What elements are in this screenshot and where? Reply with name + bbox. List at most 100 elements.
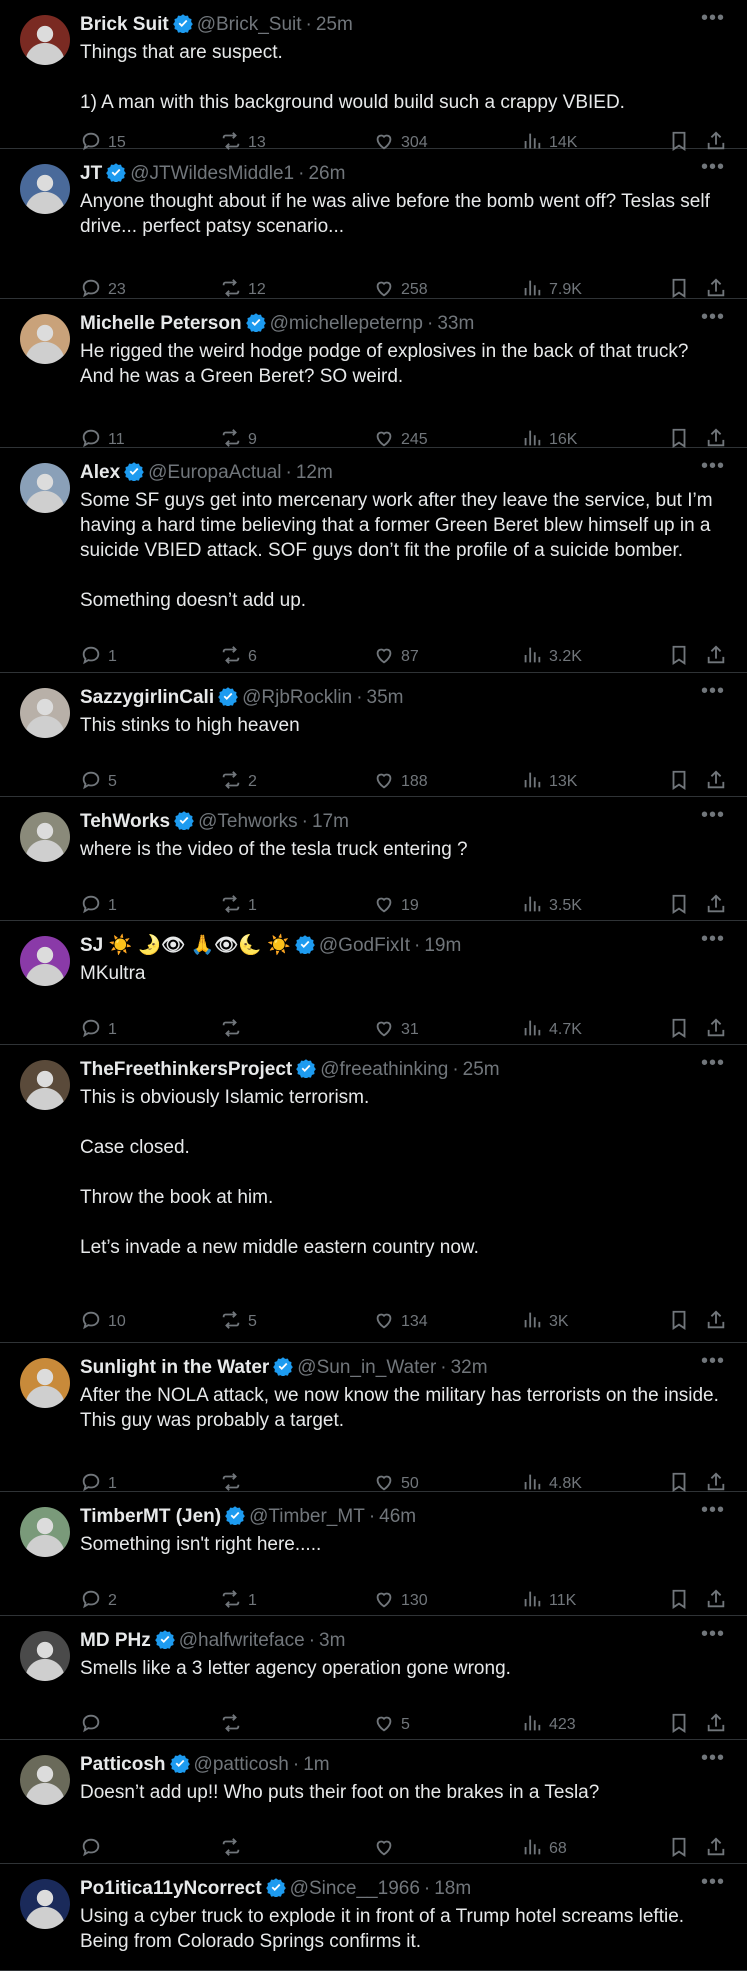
timestamp[interactable]: 18m [434, 1878, 471, 1899]
views-button[interactable]: 423 [521, 1712, 576, 1738]
handle[interactable]: @Brick_Suit [197, 14, 302, 35]
avatar[interactable] [20, 1358, 70, 1408]
bookmark-button[interactable] [668, 1836, 690, 1862]
avatar[interactable] [20, 936, 70, 986]
reply-button[interactable]: 10 [80, 1309, 126, 1335]
handle[interactable]: @Since__1966 [290, 1878, 420, 1899]
handle[interactable]: @RjbRocklin [242, 687, 352, 708]
avatar[interactable] [20, 1060, 70, 1110]
avatar[interactable] [20, 1507, 70, 1557]
avatar[interactable] [20, 314, 70, 364]
reply-button[interactable]: 1 [80, 1017, 117, 1043]
display-name[interactable]: Po1itica11yNcorrect [80, 1878, 262, 1899]
avatar[interactable] [20, 1755, 70, 1805]
display-name[interactable]: TehWorks [80, 811, 170, 832]
like-button[interactable]: 188 [373, 769, 428, 795]
handle[interactable]: @GodFixIt [319, 935, 410, 956]
more-icon[interactable]: ••• [699, 805, 727, 829]
avatar[interactable] [20, 688, 70, 738]
timestamp[interactable]: 25m [463, 1059, 500, 1080]
share-button[interactable] [705, 1017, 727, 1043]
bookmark-button[interactable] [668, 1309, 690, 1335]
like-button[interactable]: 31 [373, 1017, 419, 1043]
timestamp[interactable]: 33m [437, 313, 474, 334]
more-icon[interactable]: ••• [699, 1624, 727, 1648]
retweet-button[interactable]: 1 [220, 893, 257, 919]
avatar[interactable] [20, 1631, 70, 1681]
timestamp[interactable]: 3m [319, 1630, 345, 1651]
reply-button[interactable]: 5 [80, 769, 117, 795]
reply-button[interactable] [80, 1836, 108, 1862]
share-button[interactable] [705, 1588, 727, 1614]
share-button[interactable] [705, 1836, 727, 1862]
tweet[interactable]: Brick Suit @Brick_Suit · 25m ••• Things that … [0, 0, 747, 151]
reply-button[interactable] [80, 1712, 108, 1738]
retweet-button[interactable]: 5 [220, 1309, 257, 1335]
bookmark-button[interactable] [668, 1017, 690, 1043]
more-icon[interactable]: ••• [699, 1351, 727, 1375]
more-icon[interactable]: ••• [699, 1500, 727, 1524]
avatar[interactable] [20, 463, 70, 513]
avatar[interactable] [20, 812, 70, 862]
share-button[interactable] [705, 769, 727, 795]
bookmark-button[interactable] [668, 893, 690, 919]
views-button[interactable]: 11K [521, 1588, 576, 1614]
tweet[interactable]: JT @JTWildesMiddle1 · 26m ••• Anyone thought … [0, 149, 747, 299]
handle[interactable]: @Tehworks [198, 811, 298, 832]
bookmark-button[interactable] [668, 1588, 690, 1614]
more-icon[interactable]: ••• [699, 681, 727, 705]
tweet[interactable]: Sunlight in the Water @Sun_in_Water · 32m ••… [0, 1343, 747, 1492]
views-button[interactable]: 3K [521, 1309, 569, 1335]
views-button[interactable]: 13K [521, 769, 577, 795]
timestamp[interactable]: 1m [303, 1754, 329, 1775]
avatar[interactable] [20, 15, 70, 65]
display-name[interactable]: SJ ☀️ 🌛👁 🙏👁🌜 ☀️ [80, 935, 291, 956]
handle[interactable]: @EuropaActual [148, 462, 281, 483]
tweet[interactable]: Alex @EuropaActual · 12m ••• Some SF guys get… [0, 448, 747, 673]
display-name[interactable]: SazzygirlinCali [80, 687, 214, 708]
retweet-button[interactable]: 6 [220, 644, 257, 670]
timestamp[interactable]: 35m [367, 687, 404, 708]
display-name[interactable]: Brick Suit [80, 14, 169, 35]
like-button[interactable]: 134 [373, 1309, 428, 1335]
views-button[interactable]: 68 [521, 1836, 567, 1862]
timestamp[interactable]: 32m [451, 1357, 488, 1378]
tweet[interactable]: Patticosh @patticosh · 1m ••• Doesn’t add up!… [0, 1740, 747, 1864]
display-name[interactable]: JT [80, 163, 102, 184]
handle[interactable]: @JTWildesMiddle1 [130, 163, 294, 184]
more-icon[interactable]: ••• [699, 1053, 727, 1077]
like-button[interactable] [373, 1836, 401, 1862]
share-button[interactable] [705, 1309, 727, 1335]
timestamp[interactable]: 17m [312, 811, 349, 832]
avatar[interactable] [20, 1879, 70, 1929]
more-icon[interactable]: ••• [699, 307, 727, 331]
like-button[interactable]: 5 [373, 1712, 410, 1738]
views-button[interactable]: 3.5K [521, 893, 582, 919]
display-name[interactable]: TimberMT (Jen) [80, 1506, 221, 1527]
handle[interactable]: @patticosh [194, 1754, 289, 1775]
tweet[interactable]: Michelle Peterson @michellepeternp · 33m •••… [0, 299, 747, 448]
tweet[interactable]: TehWorks @Tehworks · 17m ••• where is the vid… [0, 797, 747, 921]
like-button[interactable]: 19 [373, 893, 419, 919]
timestamp[interactable]: 19m [424, 935, 461, 956]
share-button[interactable] [705, 644, 727, 670]
retweet-button[interactable] [220, 1017, 248, 1043]
timestamp[interactable]: 46m [379, 1506, 416, 1527]
handle[interactable]: @halfwriteface [179, 1630, 305, 1651]
bookmark-button[interactable] [668, 1712, 690, 1738]
more-icon[interactable]: ••• [699, 1872, 727, 1896]
retweet-button[interactable]: 2 [220, 769, 257, 795]
views-button[interactable]: 4.7K [521, 1017, 582, 1043]
timestamp[interactable]: 26m [308, 163, 345, 184]
tweet[interactable]: TheFreethinkersProject @freeathinking · 25m… [0, 1045, 747, 1343]
display-name[interactable]: Michelle Peterson [80, 313, 242, 334]
more-icon[interactable]: ••• [699, 456, 727, 480]
handle[interactable]: @Timber_MT [249, 1506, 365, 1527]
views-button[interactable]: 3.2K [521, 644, 582, 670]
retweet-button[interactable]: 1 [220, 1588, 257, 1614]
more-icon[interactable]: ••• [699, 929, 727, 953]
display-name[interactable]: Patticosh [80, 1754, 166, 1775]
like-button[interactable]: 130 [373, 1588, 428, 1614]
tweet[interactable]: MD PHz @halfwriteface · 3m ••• Smells like a … [0, 1616, 747, 1740]
share-button[interactable] [705, 1712, 727, 1738]
